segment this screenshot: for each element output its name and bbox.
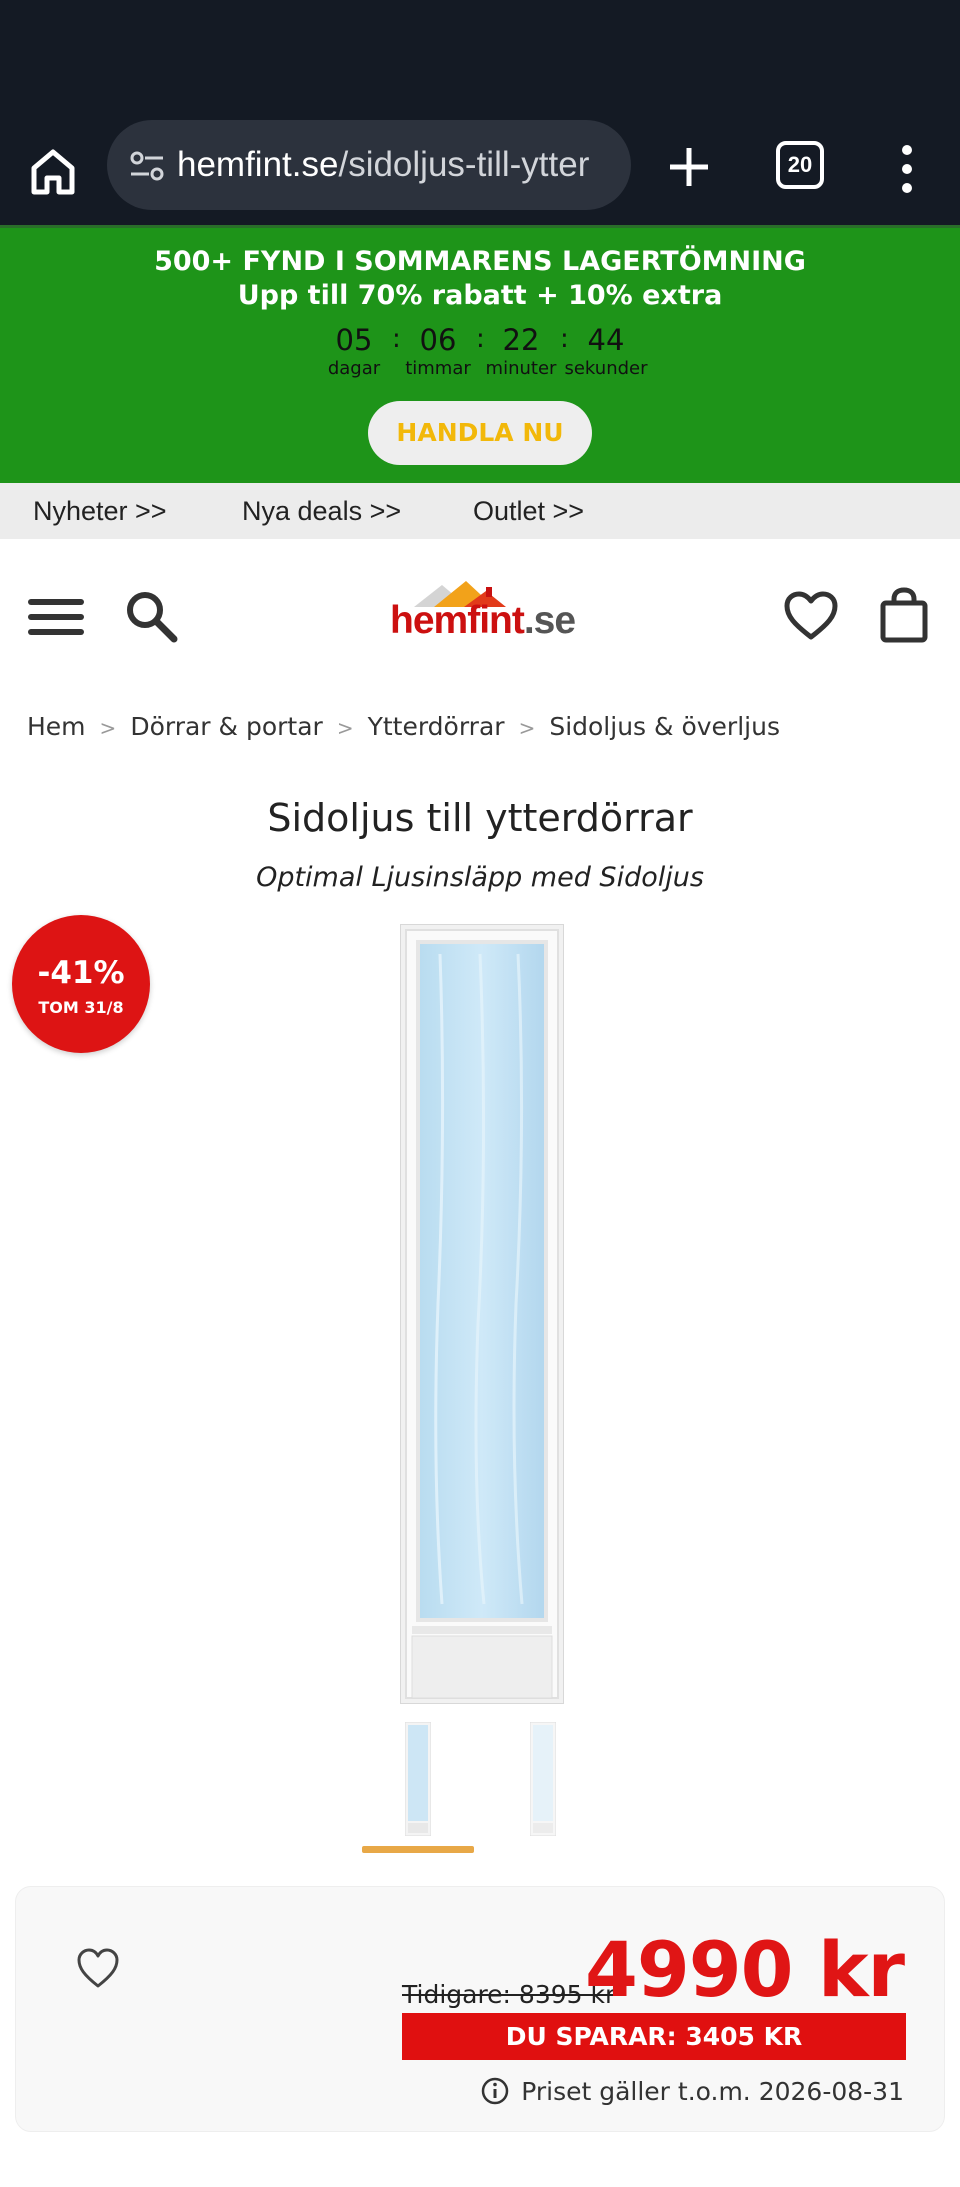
- heart-icon[interactable]: [784, 591, 838, 641]
- quick-nav: Nyheter >> Nya deals >> Outlet >>: [0, 483, 960, 539]
- thumbnail-1[interactable]: [405, 1722, 431, 1836]
- logo-part-se: .se: [523, 599, 576, 642]
- site-logo[interactable]: hemfint.se: [390, 577, 576, 647]
- info-icon[interactable]: [481, 2077, 509, 2105]
- countdown-days: 05 dagar: [309, 322, 399, 380]
- logo-text: hemfint.se: [390, 599, 576, 643]
- countdown-label: minuter: [485, 358, 557, 379]
- breadcrumb-separator: >: [336, 716, 354, 740]
- status-bar: [0, 0, 960, 110]
- breadcrumb-separator: >: [99, 716, 117, 740]
- address-bar[interactable]: hemfint.se/sidoljus-till-ytter: [107, 120, 631, 210]
- bag-icon[interactable]: [880, 587, 928, 643]
- product-image[interactable]: [400, 924, 564, 1704]
- site-header: hemfint.se: [0, 539, 960, 694]
- breadcrumb-item-sidoljus[interactable]: Sidoljus & överljus: [549, 712, 780, 741]
- countdown-hours: 06 timmar: [393, 322, 483, 380]
- quicknav-item-outlet[interactable]: Outlet >>: [473, 483, 584, 539]
- discount-percent: -41%: [37, 955, 125, 991]
- discount-valid-until: TOM 31/8: [38, 998, 124, 1017]
- promo-title: 500+ FYND I SOMMARENS LAGERTÖMNING: [154, 246, 806, 277]
- url-text[interactable]: hemfint.se/sidoljus-till-ytter: [177, 120, 617, 210]
- breadcrumb-item-hem[interactable]: Hem: [27, 712, 86, 741]
- menu-icon[interactable]: [28, 597, 84, 637]
- thumbnail-2[interactable]: [530, 1722, 556, 1836]
- countdown-label: dagar: [327, 358, 381, 379]
- page-title: Sidoljus till ytterdörrar: [267, 796, 693, 840]
- promo-subtitle: Upp till 70% rabatt + 10% extra: [237, 280, 723, 311]
- breadcrumb-item-dorrar[interactable]: Dörrar & portar: [130, 712, 323, 741]
- logo-part-fint: fint: [467, 599, 525, 642]
- countdown-value: 44: [587, 323, 625, 357]
- quicknav-item-nya-deals[interactable]: Nya deals >>: [242, 483, 401, 539]
- site-settings-icon[interactable]: [127, 146, 167, 186]
- countdown-label: sekunder: [564, 358, 648, 379]
- tab-switcher-button[interactable]: 20: [776, 141, 824, 189]
- search-icon[interactable]: [124, 589, 178, 643]
- more-menu-icon[interactable]: [888, 142, 926, 196]
- url-path: /sidoljus-till-ytter: [338, 145, 590, 184]
- shop-now-button[interactable]: HANDLA NU: [368, 401, 592, 465]
- price-box: Tidigare: 8395 kr 4990 kr DU SPARAR: 340…: [15, 1886, 945, 2132]
- url-host: hemfint.se: [177, 145, 339, 184]
- discount-badge: -41% TOM 31/8: [12, 915, 150, 1053]
- breadcrumb: Hem > Dörrar & portar > Ytterdörrar > Sidoljus…: [27, 712, 780, 744]
- browser-toolbar: hemfint.se/sidoljus-till-ytter 20: [0, 110, 960, 228]
- page-subtitle: Optimal Ljusinsläpp med Sidoljus: [256, 862, 704, 893]
- new-tab-icon[interactable]: [662, 140, 716, 194]
- promo-banner: 500+ FYND I SOMMARENS LAGERTÖMNING Upp t…: [0, 228, 960, 483]
- price-valid-until: Priset gäller t.o.m. 2026-08-31: [521, 2077, 904, 2106]
- current-price: 4990 kr: [584, 1925, 905, 2014]
- logo-part-hem: hem: [390, 599, 468, 642]
- previous-price: Tidigare: 8395 kr: [402, 1980, 616, 2009]
- countdown-timer: 05 dagar : 06 timmar : 22 minuter : 44 s…: [0, 322, 960, 392]
- countdown-label: timmar: [405, 358, 471, 379]
- countdown-minutes: 22 minuter: [476, 322, 566, 380]
- countdown-value: 22: [502, 323, 540, 357]
- countdown-seconds: 44 sekunder: [561, 322, 651, 380]
- breadcrumb-item-ytterdorrar[interactable]: Ytterdörrar: [368, 712, 505, 741]
- active-thumbnail-indicator: [362, 1846, 474, 1853]
- home-icon[interactable]: [22, 140, 84, 202]
- countdown-value: 06: [419, 323, 457, 357]
- price-valid-row: Priset gäller t.o.m. 2026-08-31: [481, 2077, 904, 2106]
- breadcrumb-separator: >: [518, 716, 536, 740]
- savings-banner: DU SPARAR: 3405 KR: [402, 2013, 906, 2060]
- countdown-value: 05: [335, 323, 373, 357]
- favorite-heart-icon[interactable]: [76, 1947, 120, 1991]
- quicknav-item-nyheter[interactable]: Nyheter >>: [33, 483, 167, 539]
